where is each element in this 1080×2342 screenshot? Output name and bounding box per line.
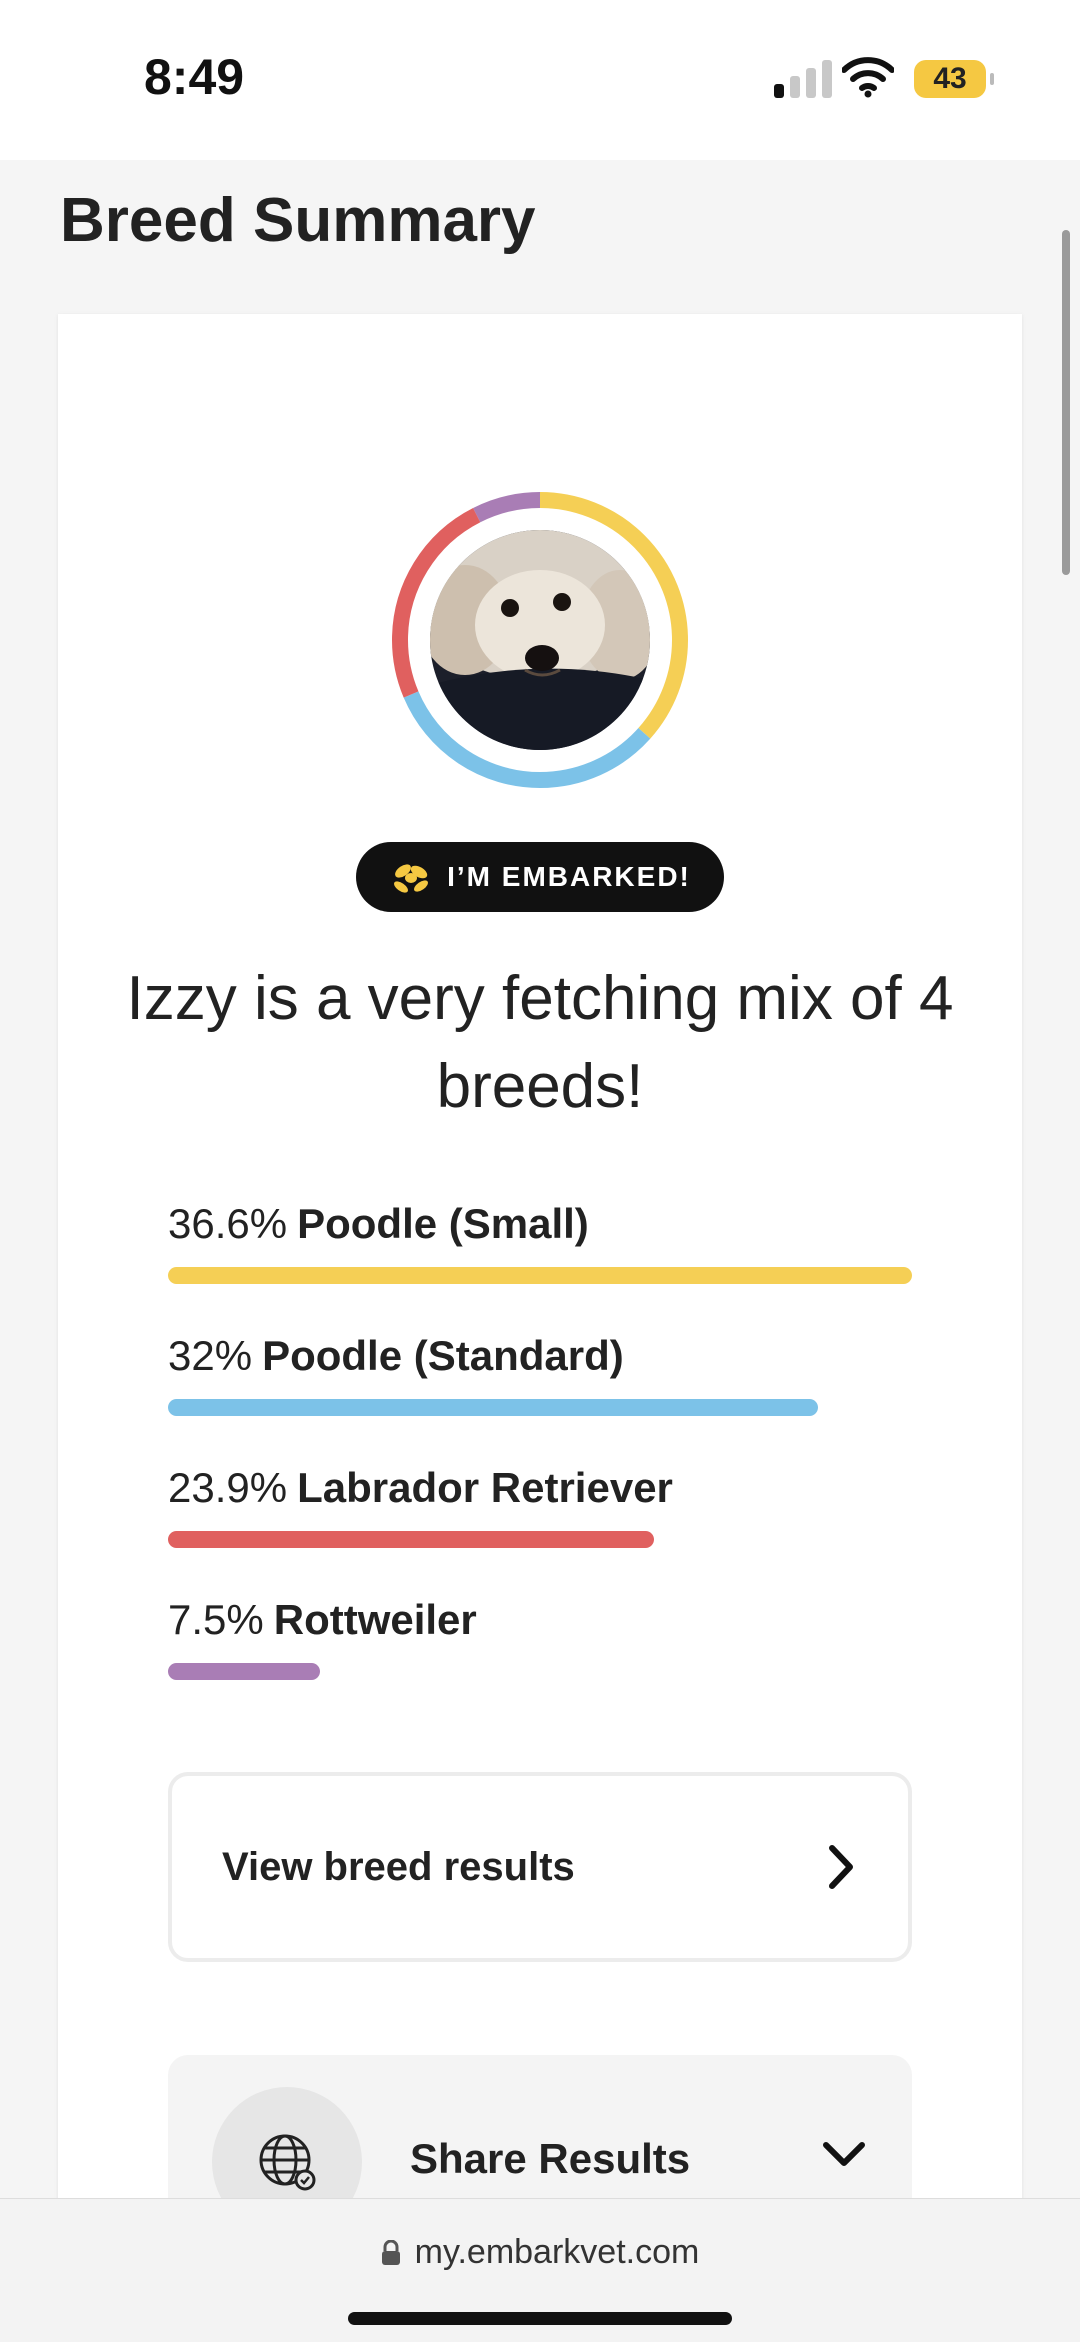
status-bar: 8:49 43	[0, 0, 1080, 160]
breed-bar	[168, 1267, 912, 1284]
share-results-label: Share Results	[410, 2135, 691, 2182]
dog-photo	[430, 530, 650, 750]
home-indicator[interactable]	[348, 2312, 732, 2325]
breed-percent: 32%	[168, 1332, 253, 1379]
breed-percent: 36.6%	[168, 1200, 288, 1247]
battery-indicator: 43	[914, 60, 994, 98]
url-text: my.embarkvet.com	[414, 2233, 700, 2271]
dog-balloon-icon	[394, 864, 429, 893]
breed-bar	[168, 1663, 321, 1680]
chevron-down-icon	[823, 2142, 865, 2166]
cellular-signal-icon	[774, 60, 832, 98]
status-time: 8:49	[144, 49, 245, 105]
scrollbar[interactable]	[1062, 230, 1070, 575]
embarked-badge-label: I’M EMBARKED!	[447, 861, 691, 892]
breed-row: 23.9% Labrador Retriever	[168, 1464, 912, 1548]
view-breed-results-label: View breed results	[222, 1844, 575, 1889]
breed-name: Poodle (Small)	[297, 1200, 589, 1247]
breed-mix-headline: Izzy is a very fetching mix of 4 breeds!	[126, 964, 954, 1121]
breed-row: 32% Poodle (Standard)	[168, 1332, 912, 1416]
lock-icon	[381, 2239, 400, 2265]
breed-row: 36.6% Poodle (Small)	[168, 1200, 912, 1284]
breed-percent: 23.9%	[168, 1464, 288, 1511]
breed-bar	[168, 1531, 654, 1548]
breed-row: 7.5% Rottweiler	[168, 1596, 912, 1680]
chevron-right-icon	[829, 1845, 853, 1889]
breed-name: Poodle (Standard)	[262, 1332, 624, 1379]
page-title: Breed Summary	[60, 186, 536, 255]
breed-percent: 7.5%	[168, 1596, 264, 1643]
globe-icon	[259, 2134, 316, 2191]
view-breed-results-button[interactable]: View breed results	[168, 1772, 912, 1962]
browser-url-bar[interactable]: my.embarkvet.com	[0, 2198, 1080, 2342]
embarked-badge: I’M EMBARKED!	[356, 842, 724, 912]
breed-name: Rottweiler	[273, 1596, 477, 1643]
wifi-icon	[842, 57, 894, 98]
breed-bar	[168, 1399, 819, 1416]
breed-name: Labrador Retriever	[297, 1464, 673, 1511]
